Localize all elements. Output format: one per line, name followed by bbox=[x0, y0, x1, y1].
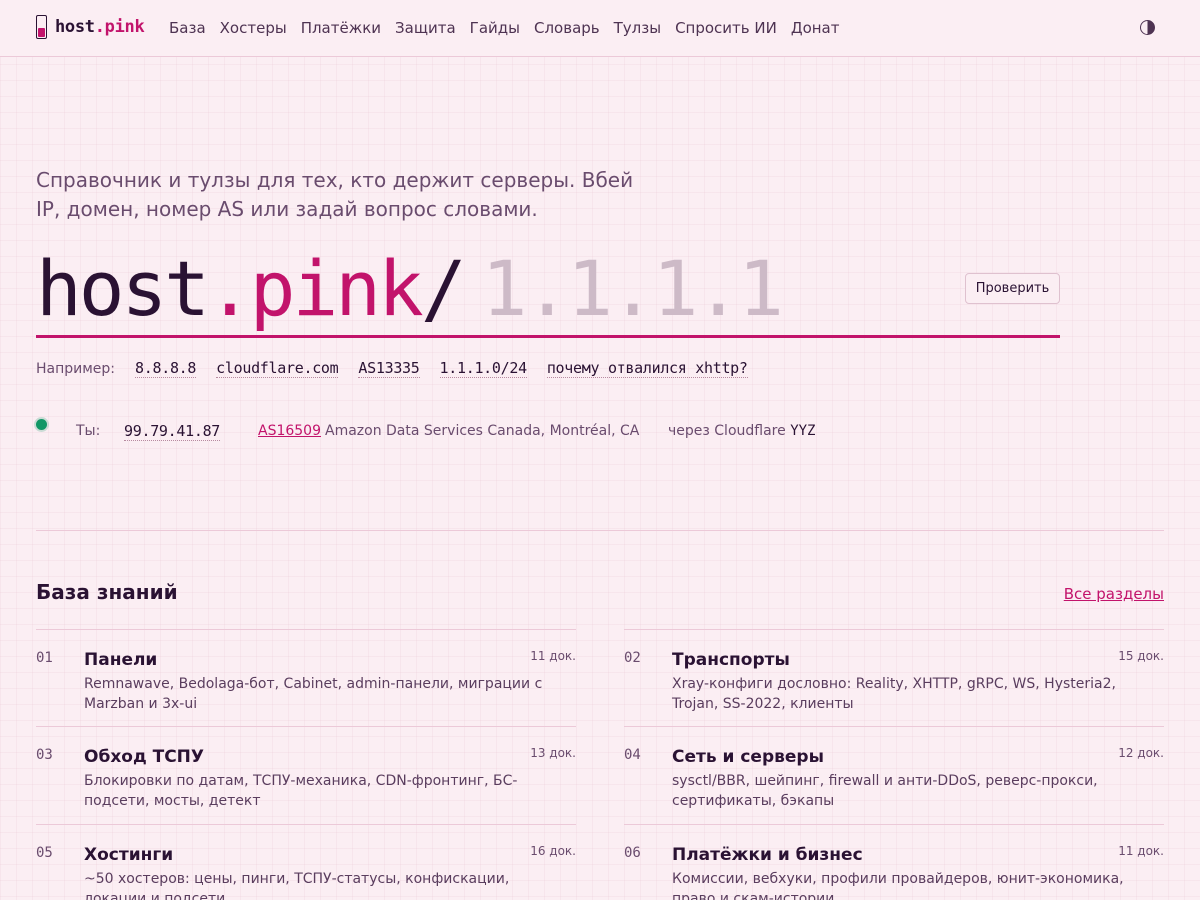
section-divider bbox=[36, 530, 1164, 531]
kb-section-desc: Xray-конфиги дословно: Reality, XHTTP, g… bbox=[672, 676, 1116, 712]
nav-item-hosters[interactable]: Хостеры bbox=[220, 19, 287, 37]
kb-section-name: Платёжки и бизнес bbox=[672, 845, 863, 865]
kb-section-count: 12 док. bbox=[1118, 746, 1164, 760]
nav-item-tools[interactable]: Тулзы bbox=[614, 19, 661, 37]
kb-section-number: 03 bbox=[36, 747, 53, 763]
cdn-pop: YYZ bbox=[790, 423, 816, 439]
brand-name: host.pink bbox=[55, 17, 145, 37]
kb-section-number: 05 bbox=[36, 845, 53, 861]
visitor-info-row: Ты: 99.79.41.87 AS16509 Amazon Data Serv… bbox=[36, 419, 936, 445]
nav-item-guides[interactable]: Гайды bbox=[470, 19, 520, 37]
knowledge-base-title: База знаний bbox=[36, 580, 178, 604]
kb-section-count: 13 док. bbox=[530, 746, 576, 760]
online-status-dot-icon bbox=[36, 419, 47, 430]
kb-section-card[interactable]: 03 Обход ТСПУ 13 док. Блокировки по дата… bbox=[36, 726, 576, 823]
all-sections-link[interactable]: Все разделы bbox=[1064, 585, 1164, 603]
kb-section-name: Обход ТСПУ bbox=[84, 747, 205, 767]
example-chip[interactable]: 1.1.1.0/24 bbox=[439, 359, 527, 378]
check-button[interactable]: Проверить bbox=[965, 273, 1060, 304]
main-nav: База Хостеры Платёжки Защита Гайды Слова… bbox=[169, 19, 839, 37]
kb-section-name: Хостинги bbox=[84, 845, 174, 865]
examples-label: Например: bbox=[36, 361, 116, 377]
nav-item-protection[interactable]: Защита bbox=[395, 19, 456, 37]
examples-row: Например: 8.8.8.8 cloudflare.com AS13335… bbox=[36, 359, 768, 378]
kb-section-number: 01 bbox=[36, 650, 53, 666]
hero-title-prefix: host bbox=[36, 244, 210, 333]
kb-section-count: 16 док. bbox=[530, 844, 576, 858]
visitor-ip[interactable]: 99.79.41.87 bbox=[124, 422, 220, 441]
via-prefix: через Cloudflare bbox=[668, 423, 786, 439]
example-chip[interactable]: cloudflare.com bbox=[216, 359, 339, 378]
kb-section-count: 11 док. bbox=[530, 649, 576, 663]
lookup-search-field[interactable]: host.pink/1.1.1.1 Проверить bbox=[36, 244, 1060, 338]
hero-title-suffix: .pink bbox=[207, 244, 424, 333]
kb-section-number: 04 bbox=[624, 747, 641, 763]
kb-section-count: 15 док. bbox=[1118, 649, 1164, 663]
kb-section-card[interactable]: 06 Платёжки и бизнес 11 док. Комиссии, в… bbox=[624, 824, 1164, 900]
battery-icon bbox=[36, 15, 47, 39]
kb-section-card[interactable]: 04 Сеть и серверы 12 док. sysctl/BBR, ше… bbox=[624, 726, 1164, 823]
nav-item-ask-ai[interactable]: Спросить ИИ bbox=[675, 19, 777, 37]
lookup-input-display[interactable]: host.pink/1.1.1.1 bbox=[36, 244, 784, 334]
kb-section-name: Сеть и серверы bbox=[672, 747, 824, 767]
kb-section-name: Транспорты bbox=[672, 650, 790, 670]
top-navigation-bar: host.pink База Хостеры Платёжки Защита Г… bbox=[0, 0, 1200, 57]
brand-logo[interactable]: host.pink bbox=[36, 15, 145, 39]
kb-section-count: 11 док. bbox=[1118, 844, 1164, 858]
example-chip[interactable]: 8.8.8.8 bbox=[135, 359, 196, 378]
hero-tagline: Справочник и тулзы для тех, кто держит с… bbox=[36, 168, 634, 221]
visitor-label: Ты: bbox=[76, 423, 101, 439]
nav-item-payments[interactable]: Платёжки bbox=[301, 19, 381, 37]
kb-section-name: Панели bbox=[84, 650, 158, 670]
kb-section-card[interactable]: 02 Транспорты 15 док. Xray-конфиги досло… bbox=[624, 629, 1164, 726]
contrast-icon[interactable] bbox=[1140, 20, 1155, 35]
kb-section-number: 06 bbox=[624, 845, 641, 861]
nav-item-base[interactable]: База bbox=[169, 19, 206, 37]
kb-section-desc: ~50 хостеров: цены, пинги, ТСПУ-статусы,… bbox=[84, 871, 510, 900]
kb-section-desc: Блокировки по датам, ТСПУ-механика, CDN-… bbox=[84, 773, 518, 809]
nav-item-donate[interactable]: Донат bbox=[791, 19, 840, 37]
kb-section-desc: sysctl/BBR, шейпинг, firewall и анти-DDo… bbox=[672, 773, 1098, 809]
input-underline bbox=[36, 335, 1060, 338]
hero-title-slash: / bbox=[420, 244, 467, 333]
visitor-org: Amazon Data Services Canada, Montréal, C… bbox=[325, 423, 640, 439]
example-chip[interactable]: AS13335 bbox=[358, 359, 420, 378]
kb-section-card[interactable]: 05 Хостинги 16 док. ~50 хостеров: цены, … bbox=[36, 824, 576, 900]
example-chip[interactable]: почему отвалился xhttp? bbox=[546, 359, 748, 378]
visitor-cdn-info: через Cloudflare YYZ bbox=[668, 423, 815, 439]
kb-section-card[interactable]: 01 Панели 11 док. Remnawave, Bedolaga-бо… bbox=[36, 629, 576, 726]
kb-section-number: 02 bbox=[624, 650, 641, 666]
kb-section-desc: Remnawave, Bedolaga-бот, Cabinet, admin-… bbox=[84, 676, 543, 712]
kb-section-desc: Комиссии, вебхуки, профили провайдеров, … bbox=[672, 871, 1124, 900]
nav-item-glossary[interactable]: Словарь bbox=[534, 19, 600, 37]
visitor-asn-link[interactable]: AS16509 bbox=[258, 423, 321, 439]
lookup-input-placeholder[interactable]: 1.1.1.1 bbox=[482, 244, 784, 333]
